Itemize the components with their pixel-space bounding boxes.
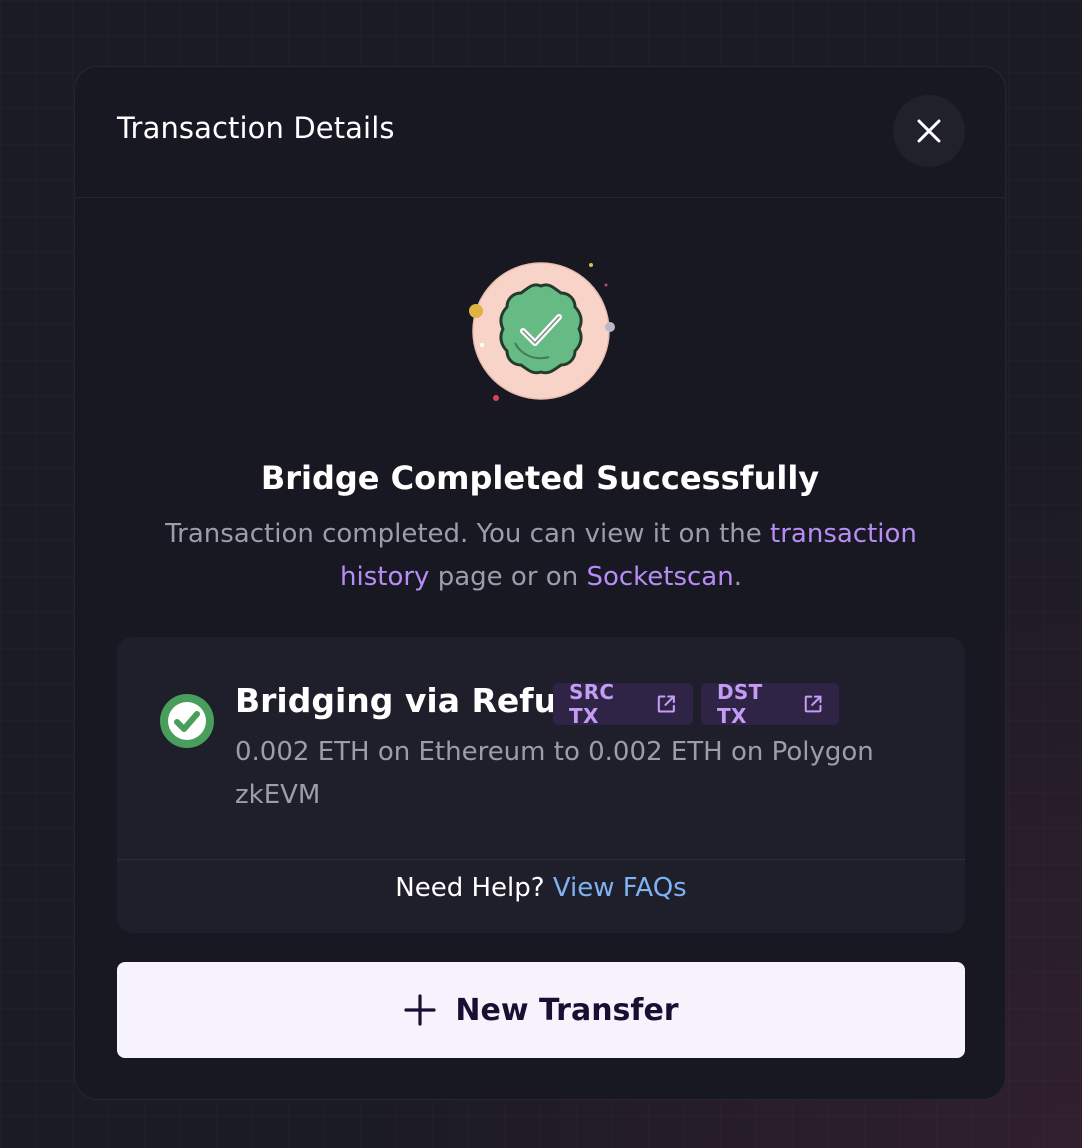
close-icon bbox=[917, 119, 941, 143]
help-prompt: Need Help? bbox=[395, 873, 553, 903]
view-faqs-link[interactable]: View FAQs bbox=[553, 873, 687, 903]
new-transfer-label: New Transfer bbox=[455, 992, 679, 1028]
dst-tx-link[interactable]: DST TX bbox=[701, 680, 839, 728]
success-headline: Bridge Completed Successfully bbox=[260, 459, 820, 497]
src-tx-label: SRC TX bbox=[569, 680, 615, 728]
dst-tx-label: DST TX bbox=[717, 680, 763, 728]
help-row: Need Help? View FAQs bbox=[117, 873, 965, 903]
success-badge-icon bbox=[469, 262, 615, 401]
new-transfer-button[interactable]: New Transfer bbox=[117, 962, 965, 1058]
description-text-end: . bbox=[733, 562, 742, 592]
description-text-middle: page or on bbox=[429, 562, 587, 592]
check-circle-icon bbox=[160, 694, 214, 748]
success-description: Transaction completed. You can view it o… bbox=[153, 513, 929, 599]
route-card: Bridging via Refuel SRC TX DST TX 0.002 … bbox=[117, 637, 965, 933]
socketscan-link[interactable]: Socketscan bbox=[586, 562, 733, 592]
divider bbox=[117, 859, 965, 860]
modal-header: Transaction Details bbox=[75, 67, 1005, 198]
src-tx-link[interactable]: SRC TX bbox=[553, 680, 693, 728]
route-title: Bridging via Refuel bbox=[235, 681, 591, 720]
external-link-icon bbox=[658, 695, 676, 713]
description-text: Transaction completed. You can view it o… bbox=[165, 519, 771, 549]
route-summary: 0.002 ETH on Ethereum to 0.002 ETH on Po… bbox=[235, 737, 874, 810]
transaction-details-modal: Transaction Details Bridge Completed Suc… bbox=[74, 66, 1006, 1100]
plus-icon bbox=[404, 994, 436, 1026]
modal-title: Transaction Details bbox=[117, 111, 395, 145]
external-link-icon bbox=[804, 695, 822, 713]
close-button[interactable] bbox=[893, 95, 965, 167]
